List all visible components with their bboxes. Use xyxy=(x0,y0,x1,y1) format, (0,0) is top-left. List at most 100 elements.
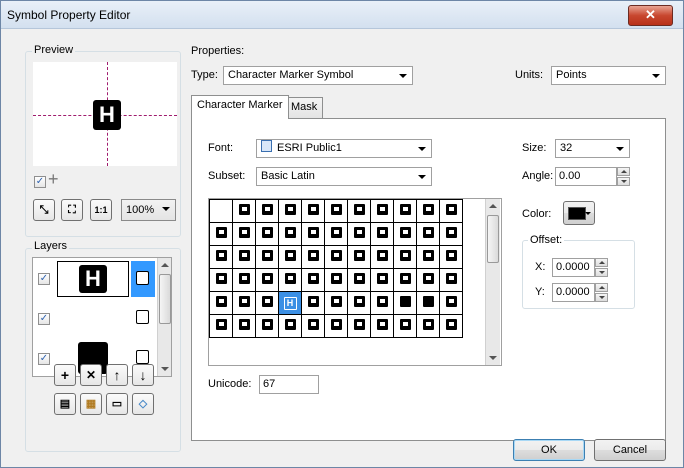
character-cell[interactable] xyxy=(416,199,440,223)
character-cell[interactable] xyxy=(324,314,348,338)
character-cell[interactable] xyxy=(255,222,279,246)
character-cell[interactable] xyxy=(209,314,233,338)
title-bar[interactable]: Symbol Property Editor ✕ xyxy=(1,1,683,29)
character-cell[interactable] xyxy=(301,291,325,315)
character-cell[interactable] xyxy=(324,268,348,292)
character-cell[interactable] xyxy=(416,291,440,315)
preview-checkbox[interactable]: ✓ xyxy=(34,176,46,188)
character-cell[interactable] xyxy=(370,291,394,315)
font-select[interactable]: ESRI Public1 xyxy=(256,139,432,158)
character-cell[interactable] xyxy=(393,291,417,315)
type-select[interactable]: Character Marker Symbol xyxy=(223,66,413,85)
character-cell[interactable] xyxy=(439,222,463,246)
scroll-down-icon[interactable] xyxy=(161,367,169,371)
layer-3-visibility-checkbox[interactable]: ✓ xyxy=(38,353,50,365)
unicode-field[interactable]: 67 xyxy=(259,375,319,394)
character-cell[interactable] xyxy=(278,314,302,338)
character-cell[interactable] xyxy=(301,245,325,269)
character-cell[interactable] xyxy=(416,245,440,269)
character-grid-container[interactable]: H xyxy=(208,198,502,366)
layers-list[interactable]: ✓ H ✓ ✓ xyxy=(32,257,172,377)
spin-up-icon[interactable] xyxy=(617,167,630,176)
character-cell[interactable] xyxy=(347,222,371,246)
character-cell[interactable] xyxy=(393,268,417,292)
character-cell[interactable] xyxy=(347,268,371,292)
cancel-button[interactable]: Cancel xyxy=(594,439,666,461)
offset-y-field[interactable]: 0.0000 xyxy=(552,283,595,302)
combine-layer-icon[interactable]: ▭ xyxy=(106,393,128,415)
offset-x-spinner[interactable] xyxy=(595,258,608,277)
character-cell[interactable] xyxy=(278,199,302,223)
character-cell[interactable] xyxy=(439,291,463,315)
character-cell[interactable] xyxy=(255,314,279,338)
lock-icon[interactable] xyxy=(136,350,149,364)
character-cell[interactable] xyxy=(209,199,233,223)
character-cell[interactable] xyxy=(347,199,371,223)
character-cell[interactable] xyxy=(393,222,417,246)
character-cell[interactable] xyxy=(255,291,279,315)
character-cell[interactable] xyxy=(232,314,256,338)
character-cell[interactable] xyxy=(278,222,302,246)
character-cell[interactable] xyxy=(232,222,256,246)
character-cell[interactable] xyxy=(393,314,417,338)
character-cell[interactable] xyxy=(301,268,325,292)
character-cell[interactable] xyxy=(370,268,394,292)
character-cell[interactable] xyxy=(416,314,440,338)
character-cell[interactable] xyxy=(416,268,440,292)
character-cell[interactable] xyxy=(209,268,233,292)
spin-down-icon[interactable] xyxy=(595,268,608,277)
layers-scrollbar[interactable] xyxy=(157,258,171,376)
layer-2-visibility-checkbox[interactable]: ✓ xyxy=(38,313,50,325)
character-cell[interactable] xyxy=(209,245,233,269)
character-cell[interactable] xyxy=(324,199,348,223)
spin-down-icon[interactable] xyxy=(595,293,608,302)
scroll-up-icon[interactable] xyxy=(161,263,169,267)
zoom-select[interactable]: 100% xyxy=(121,199,176,221)
subset-select[interactable]: Basic Latin xyxy=(256,167,432,186)
fit-to-window-icon[interactable]: ⤡ xyxy=(33,199,55,221)
character-cell[interactable] xyxy=(347,245,371,269)
scroll-down-icon[interactable] xyxy=(489,356,497,360)
character-cell[interactable] xyxy=(232,268,256,292)
layer-row-2[interactable]: ✓ xyxy=(33,300,171,340)
character-grid-scroll-thumb[interactable] xyxy=(487,215,499,263)
character-cell[interactable] xyxy=(439,268,463,292)
tab-mask[interactable]: Mask xyxy=(285,97,324,119)
move-layer-up-button[interactable]: ↑ xyxy=(106,364,128,386)
layer-1-visibility-checkbox[interactable]: ✓ xyxy=(38,273,50,285)
spin-down-icon[interactable] xyxy=(617,177,630,186)
add-layer-button[interactable]: + xyxy=(54,364,76,386)
paste-layer-icon[interactable]: ▦ xyxy=(80,393,102,415)
character-cell[interactable] xyxy=(301,222,325,246)
character-cell[interactable] xyxy=(416,222,440,246)
size-select[interactable]: 32 xyxy=(555,139,630,158)
lock-icon[interactable] xyxy=(136,310,149,324)
scroll-up-icon[interactable] xyxy=(489,204,497,208)
full-extent-icon[interactable]: ⛶ xyxy=(61,199,83,221)
character-cell[interactable] xyxy=(232,291,256,315)
layers-scroll-thumb[interactable] xyxy=(159,274,171,324)
character-cell[interactable] xyxy=(278,268,302,292)
character-cell[interactable] xyxy=(370,222,394,246)
one-to-one-icon[interactable]: 1:1 xyxy=(90,199,112,221)
character-cell[interactable]: H xyxy=(278,291,302,315)
copy-layer-icon[interactable]: ▤ xyxy=(54,393,76,415)
clear-layer-icon[interactable]: ◇ xyxy=(132,393,154,415)
character-cell[interactable] xyxy=(232,199,256,223)
character-cell[interactable] xyxy=(255,268,279,292)
character-cell[interactable] xyxy=(393,245,417,269)
character-cell[interactable] xyxy=(439,245,463,269)
ok-button[interactable]: OK xyxy=(513,439,585,461)
character-cell[interactable] xyxy=(255,199,279,223)
angle-spinner[interactable] xyxy=(617,167,630,186)
character-cell[interactable] xyxy=(255,245,279,269)
spin-up-icon[interactable] xyxy=(595,258,608,267)
lock-icon[interactable] xyxy=(136,271,149,285)
character-grid-scrollbar[interactable] xyxy=(485,199,500,365)
character-cell[interactable] xyxy=(370,199,394,223)
character-grid[interactable]: H xyxy=(209,199,463,338)
spin-up-icon[interactable] xyxy=(595,283,608,292)
character-cell[interactable] xyxy=(393,199,417,223)
character-cell[interactable] xyxy=(370,314,394,338)
character-cell[interactable] xyxy=(347,314,371,338)
